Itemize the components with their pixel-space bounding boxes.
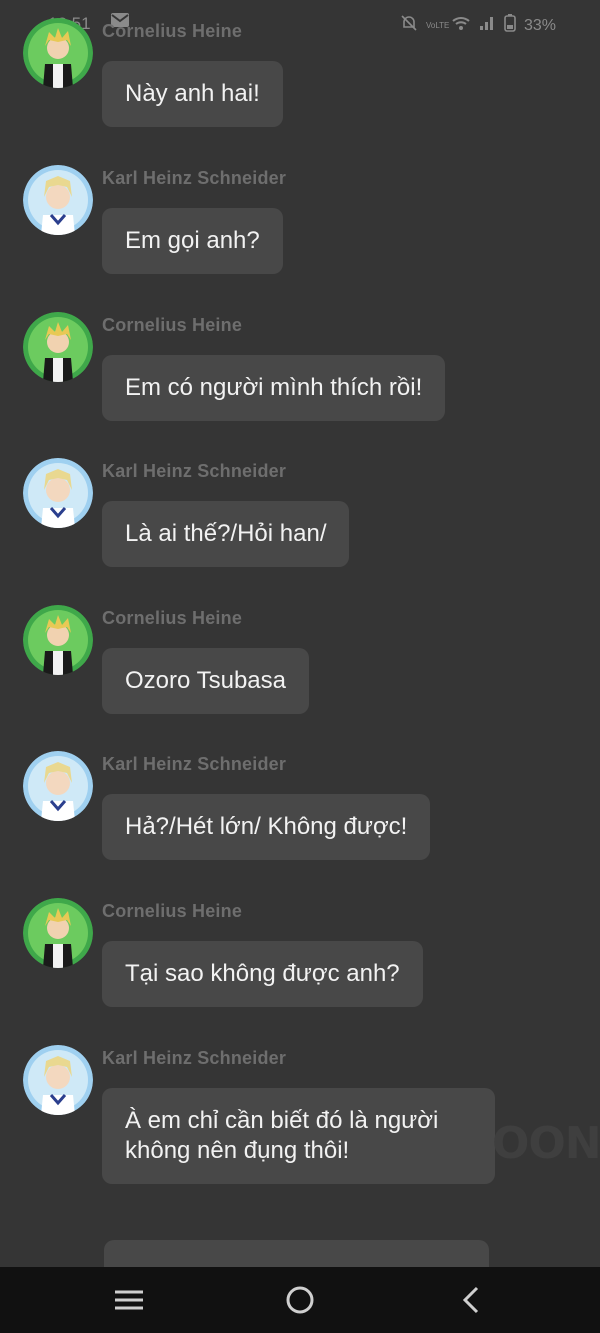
- watermark: OON: [492, 1118, 600, 1169]
- sender-name: Cornelius Heine: [102, 21, 243, 41]
- status-icons: VoLTE 33%: [400, 14, 556, 37]
- sender-name: Karl Heinz Schneider: [102, 1048, 287, 1068]
- home-icon[interactable]: [283, 1285, 317, 1315]
- chat-screen: 18:51 VoLTE 33% Cornelius Heine Nà: [0, 0, 600, 1333]
- navigation-bar: [0, 1267, 600, 1333]
- menu-icon[interactable]: [112, 1285, 146, 1315]
- battery-percent: 33%: [523, 16, 556, 34]
- wifi-icon: [452, 15, 470, 36]
- message-bubble[interactable]: Hả?/Hét lớn/ Không được!: [102, 794, 431, 860]
- message-bubble[interactable]: Ozoro Tsubasa: [102, 648, 309, 714]
- message-bubble[interactable]: Là ai thế?/Hỏi han/: [102, 501, 350, 567]
- sender-name: Karl Heinz Schneider: [102, 168, 287, 188]
- karl-avatar-icon[interactable]: [23, 1045, 93, 1115]
- message-bubble[interactable]: Em có người mình thích rồi!: [102, 355, 446, 421]
- volte-label: VoLTE: [425, 20, 450, 30]
- sender-name: Cornelius Heine: [102, 901, 243, 921]
- karl-avatar-icon[interactable]: [23, 458, 93, 528]
- cornelius-avatar-icon[interactable]: [23, 18, 93, 88]
- message-line: không nên đụng thôi!: [125, 1137, 350, 1164]
- message-bubble[interactable]: Em gọi anh?: [102, 208, 283, 274]
- sender-name: Karl Heinz Schneider: [102, 461, 287, 481]
- battery-icon: [504, 14, 516, 37]
- sender-name: Cornelius Heine: [102, 608, 243, 628]
- back-icon[interactable]: [455, 1285, 489, 1315]
- sender-name: Cornelius Heine: [102, 315, 243, 335]
- signal-icon: [478, 15, 496, 36]
- message-bubble[interactable]: Này anh hai!: [102, 61, 283, 127]
- karl-avatar-icon[interactable]: [23, 751, 93, 821]
- cornelius-avatar-icon[interactable]: [23, 605, 93, 675]
- sender-name: Karl Heinz Schneider: [102, 754, 287, 774]
- karl-avatar-icon[interactable]: [23, 165, 93, 235]
- cornelius-avatar-icon[interactable]: [23, 312, 93, 382]
- message-bubble[interactable]: À em chỉ cần biết đó là người không nên …: [102, 1088, 495, 1184]
- bell-off-icon: [400, 15, 418, 36]
- message-bubble[interactable]: Tại sao không được anh?: [102, 941, 423, 1007]
- cornelius-avatar-icon[interactable]: [23, 898, 93, 968]
- message-line: À em chỉ cần biết đó là người: [125, 1107, 439, 1134]
